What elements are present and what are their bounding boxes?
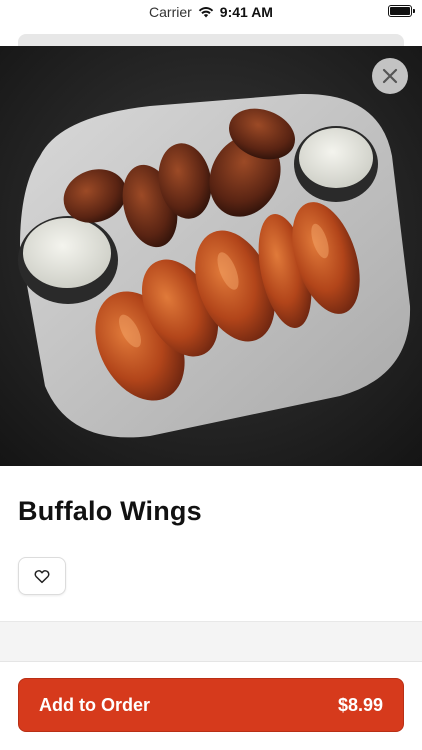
heart-outline-icon (34, 570, 50, 584)
clock-time: 9:41 AM (219, 4, 273, 20)
sheet-top-edge (18, 34, 404, 46)
add-to-order-label: Add to Order (39, 694, 150, 715)
price-label: $8.99 (337, 694, 383, 715)
wifi-icon (198, 7, 213, 18)
section-divider (0, 621, 422, 661)
item-image (0, 46, 422, 466)
item-title: Buffalo Wings (18, 496, 202, 526)
favorite-button[interactable] (18, 557, 66, 595)
battery-fill (390, 7, 410, 15)
close-button[interactable] (372, 58, 408, 94)
status-center: Carrier 9:41 AM (149, 4, 273, 20)
status-bar: Carrier 9:41 AM (0, 0, 422, 24)
buffalo-wings-illustration (0, 46, 422, 466)
carrier-label: Carrier (149, 4, 192, 20)
close-icon (382, 68, 398, 84)
add-to-order-button[interactable]: Add to Order $8.99 (18, 678, 404, 732)
battery-icon (388, 5, 415, 17)
